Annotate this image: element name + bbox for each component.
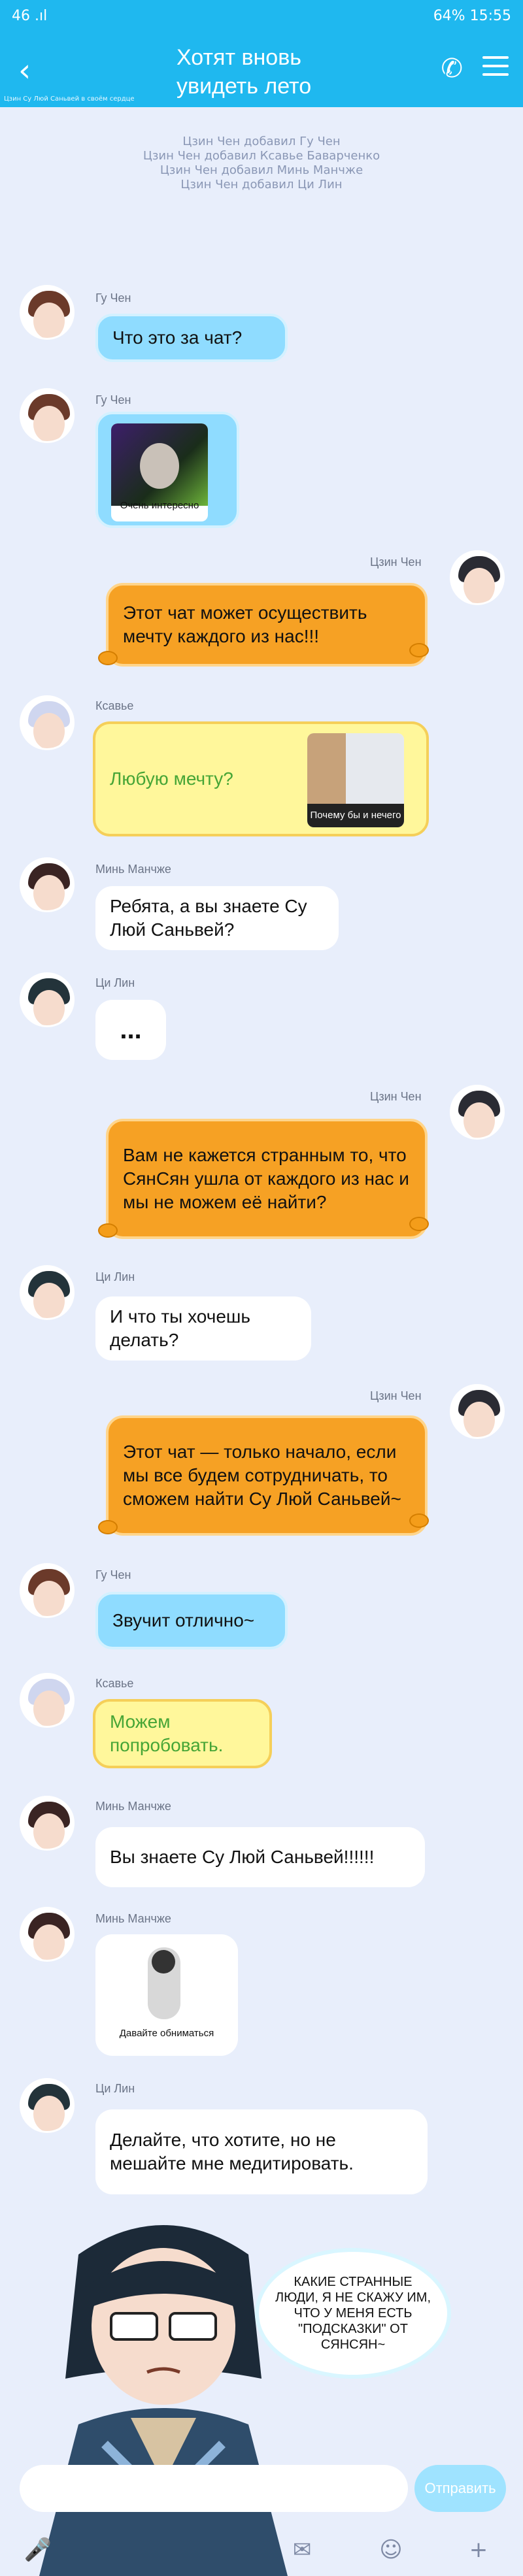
- avatar-tszin-chen[interactable]: [450, 1085, 505, 1140]
- sender-name: Минь Манчже: [95, 863, 171, 876]
- back-icon[interactable]: ‹: [18, 52, 31, 89]
- battery-time: 64% 15:55: [433, 8, 511, 24]
- character-illustration: [39, 2225, 288, 2576]
- leaf-decoration-icon: [98, 1520, 118, 1534]
- message-bubble[interactable]: Звучит отлично~: [95, 1592, 288, 1649]
- avatar-min-manchzhe[interactable]: [20, 1907, 75, 1962]
- hug-image: Давайте обниматься: [102, 1941, 231, 2049]
- message-input[interactable]: [20, 2465, 408, 2512]
- mail-icon[interactable]: ✉: [288, 2535, 316, 2564]
- message-bubble[interactable]: ...: [95, 1000, 166, 1060]
- leaf-decoration-icon: [98, 1223, 118, 1238]
- chat-header: ‹ Хотят вновь увидеть лето Цзин Су Люй С…: [0, 37, 523, 107]
- avatar-gu-chen[interactable]: [20, 1563, 75, 1618]
- sender-name: Цзин Чен: [370, 1090, 422, 1103]
- plus-icon[interactable]: +: [464, 2535, 493, 2564]
- avatar-ksavie[interactable]: [20, 1673, 75, 1728]
- message-bubble[interactable]: Можем попробовать.: [93, 1699, 272, 1768]
- sender-name: Ксавье: [95, 699, 134, 712]
- leaf-decoration-icon: [409, 1513, 429, 1528]
- microphone-icon[interactable]: 🎤: [24, 2535, 52, 2564]
- avatar-tszin-chen[interactable]: [450, 550, 505, 605]
- sender-name: Ци Лин: [95, 976, 135, 989]
- van-image: Почему бы и нечего: [307, 733, 404, 827]
- image-bubble[interactable]: Очень интересно: [95, 412, 239, 528]
- message-bubble[interactable]: Любую мечту? Почему бы и нечего: [93, 721, 429, 836]
- avatar-min-manchzhe[interactable]: [20, 857, 75, 912]
- avatar-tszin-chen[interactable]: [450, 1384, 505, 1439]
- leaf-decoration-icon: [409, 1217, 429, 1231]
- sender-name: Ци Лин: [95, 2082, 135, 2095]
- avatar-tsi-lin[interactable]: [20, 2078, 75, 2133]
- message-bubble[interactable]: Вам не кажется странным то, что СянСян у…: [106, 1119, 428, 1239]
- sender-name: Гу Чен: [95, 393, 131, 406]
- sender-name: Минь Манчже: [95, 1800, 171, 1813]
- message-bubble[interactable]: И что ты хочешь делать?: [95, 1296, 311, 1361]
- sender-name: Цзин Чен: [370, 555, 422, 569]
- message-bubble[interactable]: Делайте, что хотите, но не мешайте мне м…: [95, 2109, 428, 2194]
- sender-name: Цзин Чен: [370, 1389, 422, 1402]
- avatar-gu-chen[interactable]: [20, 285, 75, 340]
- avatar-ksavie[interactable]: [20, 695, 75, 750]
- system-messages: Цзин Чен добавил Гу Чен Цзин Чен добавил…: [143, 135, 380, 191]
- send-button[interactable]: Отправить: [414, 2465, 506, 2512]
- message-bubble[interactable]: Ребята, а вы знаете Су Люй Саньвей?: [95, 886, 339, 950]
- sender-name: Ци Лин: [95, 1270, 135, 1283]
- avatar-min-manchzhe[interactable]: [20, 1796, 75, 1851]
- leaf-decoration-icon: [409, 643, 429, 657]
- signal-indicator: 46 .ıl: [12, 8, 48, 24]
- avatar-tsi-lin[interactable]: [20, 1265, 75, 1320]
- message-bubble[interactable]: Вы знаете Су Люй Саньвей!!!!!!: [95, 1827, 425, 1887]
- bottom-toolbar: 🎤 ✉ ☺ +: [0, 2529, 523, 2576]
- message-bubble[interactable]: Что это за чат?: [95, 314, 288, 362]
- avatar-tsi-lin[interactable]: [20, 972, 75, 1027]
- sender-name: Гу Чен: [95, 1568, 131, 1581]
- chat-title: Хотят вновь увидеть лето: [177, 45, 312, 99]
- speech-bubble: КАКИЕ СТРАННЫЕ ЛЮДИ, Я НЕ СКАЖУ ИМ, ЧТО …: [255, 2248, 451, 2379]
- sender-name: Ксавье: [95, 1677, 134, 1690]
- cat-image: Очень интересно: [111, 423, 208, 521]
- menu-icon[interactable]: [482, 56, 509, 76]
- sender-name: Минь Манчже: [95, 1912, 171, 1925]
- status-bar: 46 .ıl 64% 15:55: [0, 0, 523, 37]
- message-bubble[interactable]: Этот чат — только начало, если мы все бу…: [106, 1415, 428, 1536]
- phone-icon[interactable]: ✆: [441, 54, 463, 84]
- image-bubble[interactable]: Давайте обниматься: [95, 1934, 238, 2056]
- smile-icon[interactable]: ☺: [377, 2535, 405, 2564]
- chat-subtitle: Цзин Су Люй Саньвей в своём сердце: [4, 95, 135, 103]
- message-bubble[interactable]: Этот чат может осуществить мечту каждого…: [106, 583, 428, 667]
- leaf-decoration-icon: [98, 651, 118, 665]
- avatar-gu-chen[interactable]: [20, 388, 75, 443]
- sender-name: Гу Чен: [95, 291, 131, 305]
